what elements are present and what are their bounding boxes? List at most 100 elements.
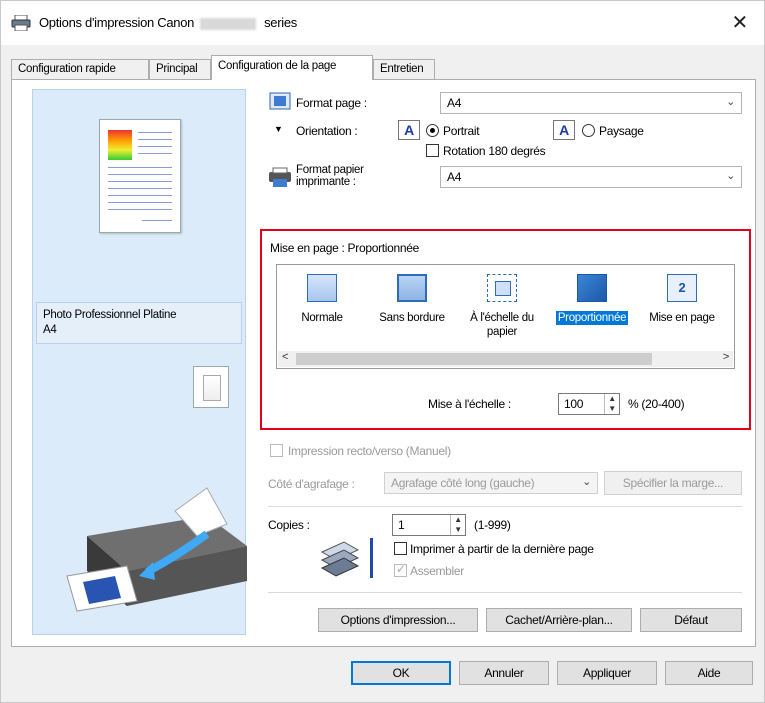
printer-paper-label: Format papier imprimante : — [296, 164, 364, 188]
copies-value: 1 — [398, 518, 405, 532]
layout-borderless[interactable]: Sans bordure — [373, 271, 451, 347]
page-setup-panel: Photo Professionnel Platine A4 Format pa… — [11, 79, 756, 647]
copies-range: (1-999) — [474, 518, 511, 532]
defaults-button[interactable]: Défaut — [640, 608, 742, 632]
portrait-radio[interactable] — [426, 124, 439, 137]
preview-panel: Photo Professionnel Platine A4 — [32, 89, 247, 635]
orientation-label: Orientation : — [296, 124, 358, 138]
stamp-background-button[interactable]: Cachet/Arrière-plan... — [486, 608, 632, 632]
preview-line — [138, 153, 172, 154]
copies-input[interactable]: 1 ▲ ▼ — [392, 514, 466, 536]
ok-button[interactable]: OK — [351, 661, 451, 685]
title-bar: Options d'impression Canon series ✕ — [1, 1, 764, 45]
layout-normal-label: Normale — [283, 311, 361, 325]
page-size-value: A4 — [447, 96, 462, 110]
page-size-label: Format page : — [296, 96, 367, 110]
layout-horizontal-scrollbar[interactable]: < > — [278, 351, 733, 367]
close-button[interactable]: ✕ — [731, 10, 749, 35]
page-size-icon — [269, 92, 291, 110]
close-icon: ✕ — [731, 12, 749, 34]
scaling-range: % (20-400) — [628, 397, 685, 411]
printer-icon — [11, 15, 31, 31]
scaling-input[interactable]: 100 ▲ ▼ — [558, 393, 620, 415]
scrollbar-thumb[interactable] — [296, 353, 652, 365]
preview-image — [108, 130, 132, 160]
rotate-180-label: Rotation 180 degrés — [443, 144, 546, 158]
page-preview — [99, 119, 181, 233]
layout-normal[interactable]: Normale — [283, 271, 361, 347]
spin-arrows-icon[interactable]: ▲ ▼ — [450, 515, 465, 535]
preview-line — [108, 209, 172, 210]
specify-margin-button[interactable]: Spécifier la marge... — [604, 471, 742, 495]
layout-borderless-text: Sans bordure — [379, 312, 445, 324]
page-layout-heading: Mise en page : Proportionnée — [270, 241, 420, 255]
tab-maintenance[interactable]: Entretien — [373, 59, 435, 79]
bullet-icon: ▼ — [274, 124, 283, 134]
page-layout-group: Mise en page : Proportionnée Normale San… — [260, 229, 751, 430]
preview-line — [108, 167, 172, 168]
printer-paper-label-line2: imprimante : — [296, 176, 356, 188]
preview-line — [108, 188, 172, 189]
layout-pages-text: Mise en page — [649, 312, 715, 324]
tab-main[interactable]: Principal — [149, 59, 211, 79]
preview-line — [138, 146, 172, 147]
blurred-model-name — [200, 17, 257, 30]
media-info: Photo Professionnel Platine A4 — [36, 302, 242, 344]
layout-page-layout[interactable]: 2 Mise en page — [643, 271, 721, 347]
printer-paper-label-line1: Format papier — [296, 164, 364, 176]
preview-line — [108, 195, 172, 196]
layout-scaled[interactable]: Proportionnée — [553, 271, 631, 347]
collate-checkbox[interactable] — [394, 562, 407, 577]
preview-line — [108, 202, 172, 203]
staple-side-value: Agrafage côté long (gauche) — [391, 476, 535, 490]
scroll-left-icon[interactable]: < — [282, 351, 288, 363]
rotate-180-checkbox[interactable] — [426, 144, 439, 157]
tab-quick-setup[interactable]: Configuration rapide — [11, 59, 149, 79]
chevron-down-icon: ⌄ — [726, 170, 735, 182]
borderless-layout-icon — [397, 274, 427, 302]
scaling-label: Mise à l'échelle : — [428, 397, 511, 411]
staple-side-label: Côté d'agrafage : — [268, 477, 355, 491]
collate-label: Assembler — [410, 564, 464, 578]
help-button[interactable]: Aide — [665, 661, 753, 685]
fit-to-page-layout-icon — [487, 274, 517, 302]
printer-paper-combo[interactable]: A4 ⌄ — [440, 166, 742, 188]
preview-line — [142, 220, 172, 221]
tab-page-setup[interactable]: Configuration de la page — [211, 55, 373, 80]
normal-layout-icon — [307, 274, 337, 302]
preview-line — [108, 181, 172, 182]
media-size: A4 — [43, 324, 57, 336]
layout-borderless-label: Sans bordure — [373, 311, 451, 325]
layout-fit-to-page[interactable]: À l'échelle du papier — [463, 271, 541, 347]
staple-side-combo[interactable]: Agrafage côté long (gauche) ⌄ — [384, 472, 598, 494]
landscape-radio[interactable] — [582, 124, 595, 137]
scaled-layout-icon — [577, 274, 607, 302]
portrait-orientation-icon: A — [398, 120, 420, 140]
chevron-down-icon: ⌄ — [582, 476, 591, 488]
paper-preview-button[interactable] — [193, 366, 229, 408]
print-options-dialog: Options d'impression Canon series ✕ Confi… — [0, 0, 765, 703]
media-type: Photo Professionnel Platine — [43, 309, 177, 321]
page-layout-icon: 2 — [667, 274, 697, 302]
layout-fit-text: À l'échelle du papier — [470, 312, 534, 338]
duplex-checkbox[interactable] — [270, 444, 283, 457]
page-size-combo[interactable]: A4 ⌄ — [440, 92, 742, 114]
page-layout-list: Normale Sans bordure À l'échelle du papi… — [276, 264, 735, 369]
dialog-button-bar: OK Annuler Appliquer Aide — [1, 651, 764, 702]
cancel-button[interactable]: Annuler — [459, 661, 549, 685]
portrait-label: Portrait — [443, 124, 480, 138]
title-prefix: Options d'impression Canon — [39, 15, 195, 30]
layout-fit-label: À l'échelle du papier — [463, 311, 541, 339]
spin-arrows-icon[interactable]: ▲ ▼ — [604, 394, 619, 414]
reverse-order-checkbox[interactable] — [394, 542, 407, 555]
copies-label: Copies : — [268, 518, 310, 532]
apply-button[interactable]: Appliquer — [557, 661, 657, 685]
landscape-orientation-icon: A — [553, 120, 575, 140]
scroll-right-icon[interactable]: > — [723, 351, 729, 363]
layout-scaled-text: Proportionnée — [555, 311, 629, 325]
collate-stack-icon — [320, 538, 373, 578]
reverse-order-label: Imprimer à partir de la dernière page — [410, 542, 594, 556]
print-options-button[interactable]: Options d'impression... — [318, 608, 478, 632]
window-title: Options d'impression Canon series — [39, 15, 297, 30]
chevron-down-icon: ⌄ — [726, 96, 735, 108]
